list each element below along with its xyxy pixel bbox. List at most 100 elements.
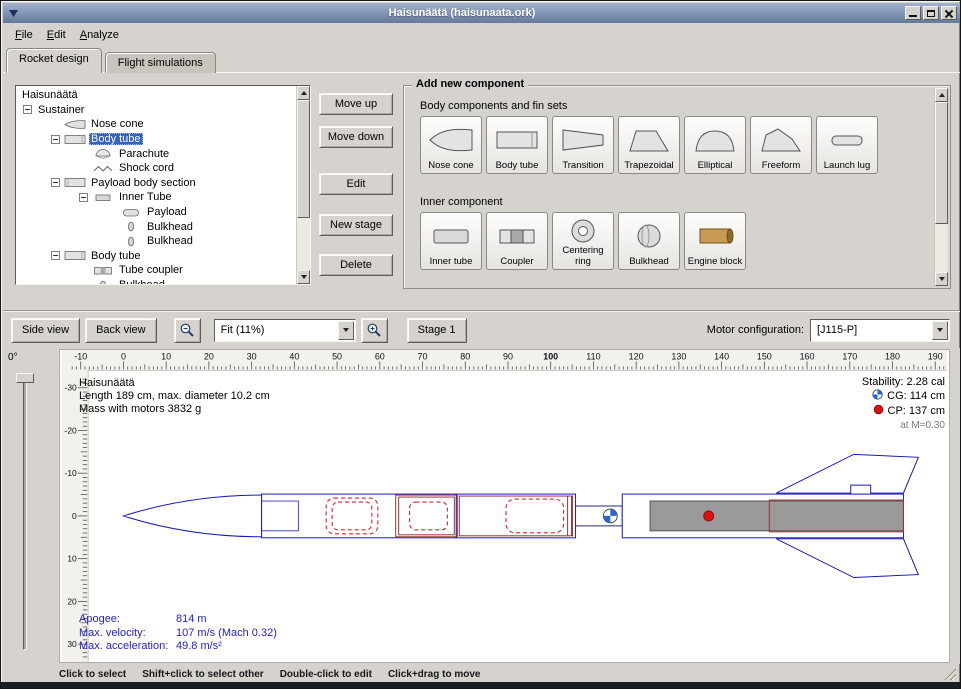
select-arrow-button[interactable] [932,321,948,340]
maximize-icon [927,10,935,17]
rotation-slider-thumb[interactable] [16,373,34,383]
tree-item-nose-cone[interactable]: Nose cone [16,117,296,132]
trapezoidal-fin-icon [626,119,672,161]
menu-edit[interactable]: Edit [40,26,73,44]
tree-item-inner-tube[interactable]: Inner Tube [16,190,296,205]
tree-item-tube-coupler[interactable]: Tube coupler [16,263,296,278]
tree-item-body-tube-2[interactable]: Body tube [16,249,296,264]
tree-item-label: Bulkhead [145,235,195,247]
tree-item-sustainer[interactable]: Sustainer [16,103,296,118]
shock-cord-icon [92,163,114,174]
svg-text:70: 70 [418,351,428,361]
zoom-in-button[interactable] [361,318,388,343]
body-tube-icon [64,250,86,261]
tab-label: Rocket design [19,53,89,65]
move-up-button[interactable]: Move up [319,93,393,115]
view-toolbar: Side view Back view Fit (11%) Stage 1 Mo… [3,313,960,347]
minimize-button[interactable] [905,6,921,20]
scrollbar-track[interactable] [935,102,948,272]
motor-configuration-label: Motor configuration: [707,324,804,336]
tree-item-body-tube-selected[interactable]: Body tube [16,132,296,147]
tree-item-parachute[interactable]: Parachute [16,146,296,161]
tab-flight-simulations[interactable]: Flight simulations [105,52,216,73]
delete-button[interactable]: Delete [319,254,393,276]
bulkhead-icon [626,215,672,257]
svg-text:-30: -30 [65,383,78,393]
add-trapezoidal-fin-button[interactable]: Trapezoidal [618,116,680,174]
collapse-icon[interactable] [23,105,32,114]
move-down-button[interactable]: Move down [319,126,393,148]
add-component-panel: Add new component Body components and fi… [403,85,951,289]
motor-configuration-select[interactable]: [J115-P] [810,319,950,342]
collapse-icon[interactable] [79,193,88,202]
maximize-button[interactable] [923,6,939,20]
tree-item-bulkhead[interactable]: Bulkhead [16,219,296,234]
side-view-button[interactable]: Side view [11,318,80,343]
scrollbar-track[interactable] [297,100,310,270]
minimize-icon [909,15,917,17]
svg-text:0: 0 [72,511,77,521]
edit-button[interactable]: Edit [319,173,393,195]
menu-file[interactable]: File [8,26,40,44]
tree-view[interactable]: Haisunäätä Sustainer Nose cone Body tube… [16,86,296,284]
add-launch-lug-button[interactable]: Launch lug [816,116,878,174]
tree-item-label-selected: Body tube [89,133,143,145]
svg-text:60: 60 [375,351,385,361]
payload-section-shape[interactable] [456,494,575,538]
collapse-icon[interactable] [51,251,60,260]
coupler-icon [494,215,540,257]
add-engine-block-button[interactable]: Engine block [684,212,746,270]
tree-item-shock-cord[interactable]: Shock cord [16,161,296,176]
scrollbar-thumb[interactable] [297,100,310,218]
scroll-down-button[interactable] [935,272,948,286]
add-coupler-button[interactable]: Coupler [486,212,548,270]
tab-rocket-design[interactable]: Rocket design [6,48,102,73]
add-transition-button[interactable]: Transition [552,116,614,174]
menu-analyze[interactable]: Analyze [73,26,126,44]
motor-shape[interactable] [650,501,903,531]
tree-item-payload[interactable]: Payload [16,205,296,220]
component-button-label: Centering ring [554,246,612,267]
add-body-tube-button[interactable]: Body tube [486,116,548,174]
launch-lug-shape[interactable] [851,485,871,494]
add-centering-ring-button[interactable]: Centering ring [552,212,614,270]
stage-1-toggle[interactable]: Stage 1 [407,318,467,343]
max-acceleration-value: 49.8 m/s² [176,640,277,654]
split-divider[interactable] [3,310,960,312]
add-elliptical-fin-button[interactable]: Elliptical [684,116,746,174]
scroll-up-button[interactable] [297,86,310,100]
collapse-icon[interactable] [51,135,60,144]
select-arrow-button[interactable] [338,321,354,340]
system-menu-icon[interactable] [6,6,21,20]
svg-text:150: 150 [757,351,772,361]
zoom-select[interactable]: Fit (11%) [214,319,356,342]
palette-scrollbar[interactable] [934,88,948,286]
body-components-label: Body components and fin sets [420,100,567,112]
add-nose-cone-button[interactable]: Nose cone [420,116,482,174]
title-bar[interactable]: Haisunäätä (haisunaata.ork) [3,3,960,23]
tree-scrollbar[interactable] [296,86,310,284]
tree-item-payload-body-section[interactable]: Payload body section [16,176,296,191]
add-inner-tube-button[interactable]: Inner tube [420,212,482,270]
apogee-label: Apogee: [79,613,176,627]
scrollbar-thumb[interactable] [935,102,948,224]
scroll-up-button[interactable] [935,88,948,102]
close-button[interactable] [941,6,957,20]
bulkhead-icon [120,221,142,232]
add-freeform-fin-button[interactable]: Freeform [750,116,812,174]
tree-item-rocket[interactable]: Haisunäätä [16,88,296,103]
svg-text:10: 10 [67,554,77,564]
tree-item-bulkhead[interactable]: Bulkhead [16,278,296,284]
bulkhead-icon [92,280,114,284]
mach-note: at M=0.30 [862,419,945,432]
back-view-button[interactable]: Back view [85,318,157,343]
tree-item-bulkhead[interactable]: Bulkhead [16,234,296,249]
collapse-icon[interactable] [51,178,60,187]
rotation-slider[interactable] [23,374,27,650]
add-bulkhead-button[interactable]: Bulkhead [618,212,680,270]
svg-text:80: 80 [460,351,470,361]
menu-bar: File Edit Analyze [3,24,960,45]
scroll-down-button[interactable] [297,270,310,284]
new-stage-button[interactable]: New stage [319,214,393,236]
zoom-out-button[interactable] [174,318,201,343]
